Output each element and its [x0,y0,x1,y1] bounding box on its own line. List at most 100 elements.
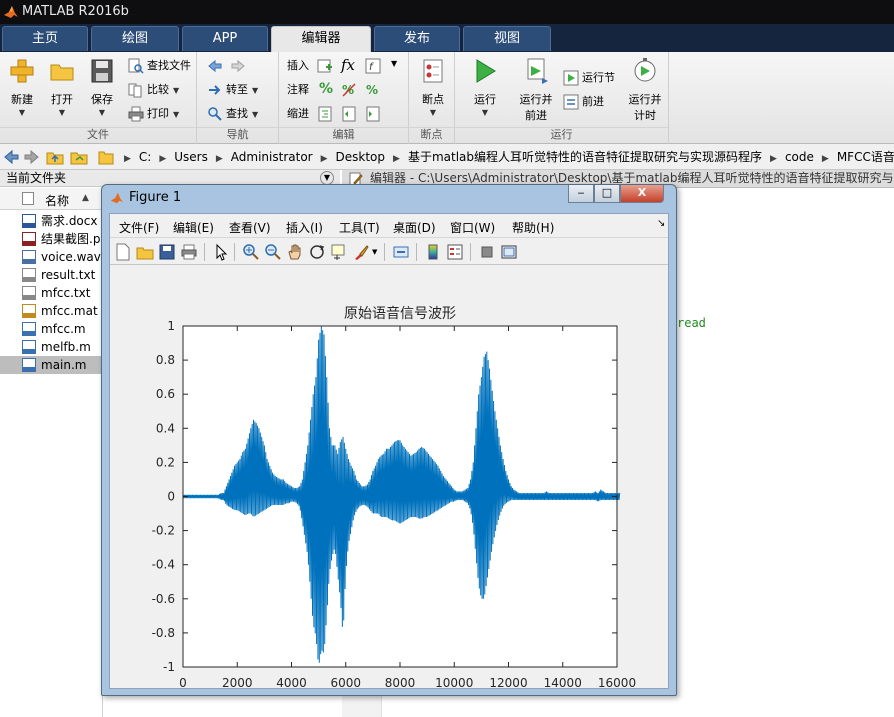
insert-section-icon[interactable] [317,58,333,74]
rotate-3d-icon[interactable] [308,243,326,261]
find-files-button[interactable]: 查找文件 [128,56,191,76]
sort-ascending-icon[interactable]: ▲ [82,193,89,203]
pointer-icon[interactable] [212,243,230,261]
save-figure-icon[interactable] [158,243,176,261]
compare-button[interactable]: 比较 ▼ [128,80,179,100]
new-button[interactable]: 新建 ▼ [6,58,38,117]
show-plot-tools-icon[interactable] [500,243,518,261]
breakpoints-button[interactable]: 断点 ▼ [417,58,449,117]
menu-tools[interactable]: 工具(T) [339,219,380,236]
file-list-item[interactable]: 结果截图.png [0,230,105,248]
app-title: MATLAB R2016b [22,4,129,19]
x-tick-label: 6000 [330,676,361,688]
zoom-out-icon[interactable] [264,243,282,261]
back-forward-buttons[interactable] [207,56,249,76]
run-button[interactable]: 运行 ▼ [469,58,501,117]
open-file-icon[interactable] [136,243,154,261]
file-list-item[interactable]: voice.wav [0,248,105,266]
breadcrumb-item[interactable]: 基于matlab编程人耳听觉特性的语音特征提取研究与实现源码程序 [408,150,762,164]
toolbar-separator [204,243,205,261]
run-play-icon [476,59,496,83]
breadcrumb-item[interactable]: code [785,150,814,164]
tab-view[interactable]: 视图 [463,26,551,51]
insert-button[interactable]: 插入 [287,56,309,76]
x-tick-label: 10000 [435,676,473,688]
chevron-down-icon: ▼ [252,110,259,119]
run-and-advance-button[interactable]: 运行并 前进 [515,58,557,123]
goto-arrow-icon [209,85,221,95]
open-button[interactable]: 打开 ▼ [46,58,78,117]
tab-editor[interactable]: 编辑器 [271,26,371,53]
file-list-item[interactable]: 需求.docx [0,212,105,230]
breadcrumb-item[interactable]: Users [174,150,208,164]
breadcrumb-item[interactable]: C: [139,150,151,164]
minimize-button[interactable]: ‒ [568,185,594,203]
figure-window[interactable]: Figure 1 ‒ □ X 文件(F) 编辑(E) 查看(V) 插入(I) 工… [101,184,677,696]
dock-arrow-icon[interactable]: ↘ [657,218,665,229]
new-figure-icon[interactable] [114,243,132,261]
comment-button[interactable]: 注释 [287,80,309,100]
data-cursor-icon[interactable] [330,243,348,261]
tab-publish[interactable]: 发布 [374,26,460,51]
close-button[interactable]: X [620,185,664,203]
print-figure-icon[interactable] [180,243,198,261]
advance-button[interactable]: 前进 [563,92,604,112]
menu-edit[interactable]: 编辑(E) [173,219,214,236]
name-column-header[interactable]: 名称 [45,192,69,209]
run-and-time-icon [634,58,656,82]
chevron-down-icon: ▼ [58,108,66,117]
comment-percent-icon[interactable]: % [319,81,333,97]
zoom-in-icon[interactable] [242,243,260,261]
decrease-indent-icon[interactable] [365,106,381,122]
breadcrumb-item[interactable]: MFCC语音 [837,150,894,164]
chevron-down-icon: ▼ [481,108,489,117]
breadcrumb-item[interactable]: Administrator [231,150,313,164]
increase-indent-icon[interactable] [341,106,357,122]
menu-file[interactable]: 文件(F) [119,219,159,236]
print-button[interactable]: 打印 ▼ [128,104,179,124]
save-button[interactable]: 保存 ▼ [86,58,118,117]
uncomment-icon[interactable]: % [341,82,357,98]
waveform-plot[interactable]: 0 2000 4000 6000 8000 10000 12000 14000 16000 -1 -… [110,266,668,688]
file-list-item[interactable]: mfcc.txt [0,284,105,302]
pan-hand-icon[interactable] [286,243,304,261]
chevron-down-icon[interactable]: ▼ [391,59,397,68]
link-plot-icon[interactable] [392,243,410,261]
file-list-item[interactable]: mfcc.mat [0,302,105,320]
up-folder-icon[interactable] [46,148,64,166]
menu-window[interactable]: 窗口(W) [450,219,495,236]
file-list-item[interactable]: result.txt [0,266,105,284]
tab-apps[interactable]: APP [182,26,268,51]
chevron-down-icon[interactable]: ▼ [372,248,377,256]
maximize-button[interactable]: □ [594,185,620,203]
wrap-comments-icon[interactable]: % [365,82,381,98]
file-list-item[interactable]: melfb.m [0,338,105,356]
back-arrow-icon[interactable] [3,148,19,166]
find-button[interactable]: 查找 ▼ [207,104,258,124]
figure-menubar: 文件(F) 编辑(E) 查看(V) 插入(I) 工具(T) 桌面(D) 窗口(W… [110,214,668,238]
browse-folder-icon[interactable] [70,148,88,166]
colorbar-icon[interactable] [424,243,442,261]
menu-desktop[interactable]: 桌面(D) [393,219,436,236]
hide-plot-tools-icon[interactable] [478,243,496,261]
file-list-item[interactable]: mfcc.m [0,320,105,338]
menu-help[interactable]: 帮助(H) [512,219,554,236]
breadcrumb-item[interactable]: Desktop [336,150,386,164]
run-and-time-button[interactable]: 运行并 计时 [625,58,665,123]
forward-arrow-icon[interactable] [24,148,40,166]
file-list-item[interactable]: main.m [0,356,105,374]
advance-label: 前进 [582,95,604,108]
run-section-button[interactable]: 运行节 [563,68,615,88]
tab-plots[interactable]: 绘图 [91,26,179,51]
menu-view[interactable]: 查看(V) [229,219,271,236]
brush-icon[interactable] [352,243,370,261]
goto-button[interactable]: 转至 ▼ [207,80,258,100]
insert-function-icon[interactable]: f [365,58,381,74]
smart-indent-icon[interactable] [317,106,333,122]
panel-menu-icon[interactable]: ▼ [320,171,334,185]
tab-home[interactable]: 主页 [2,26,88,51]
indent-button[interactable]: 缩进 [287,104,309,124]
fx-icon[interactable]: fx [341,56,355,74]
legend-icon[interactable] [446,243,464,261]
menu-insert[interactable]: 插入(I) [286,219,323,236]
